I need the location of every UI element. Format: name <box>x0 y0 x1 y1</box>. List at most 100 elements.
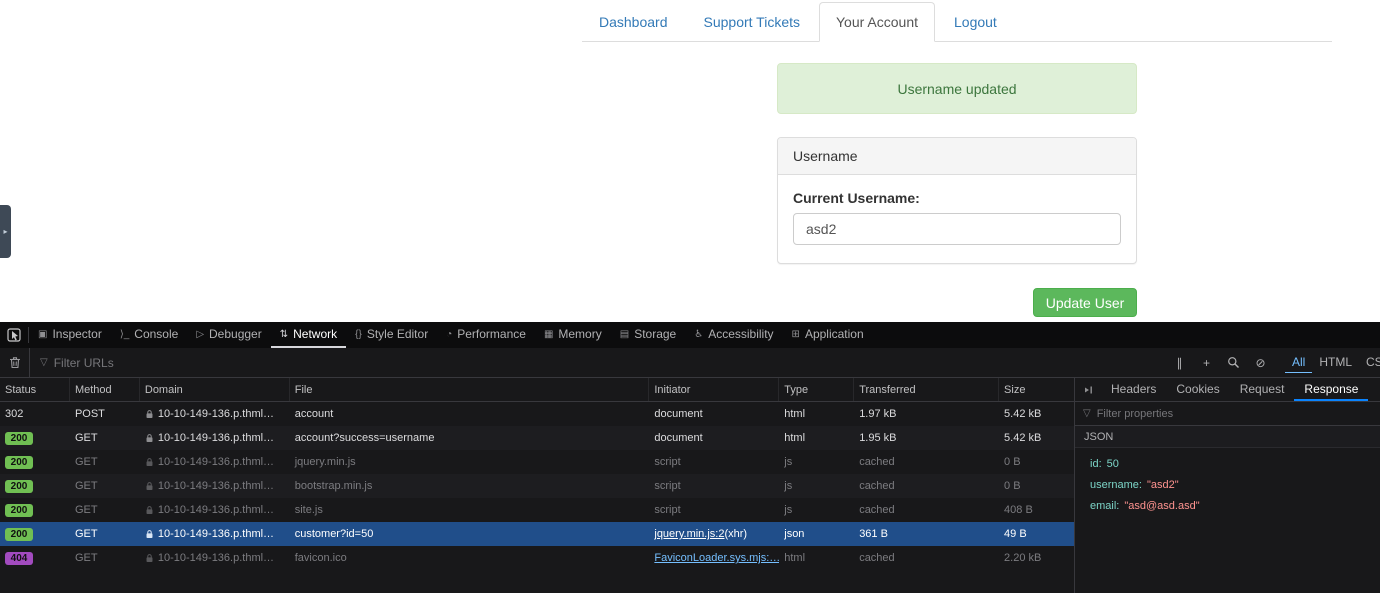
current-username-label: Current Username: <box>793 190 1121 206</box>
status-badge: 302 <box>5 408 23 420</box>
tool-tab-style-editor[interactable]: {} Style Editor <box>346 322 437 348</box>
tool-tab-inspector[interactable]: ▣ Inspector <box>29 322 111 348</box>
initiator-link[interactable]: jquery.min.js:2 <box>654 528 724 540</box>
type-filter-all[interactable]: All <box>1285 352 1312 373</box>
json-property-row[interactable]: email "asd@asd.asd" <box>1075 495 1380 516</box>
transferred-cell: 1.95 kB <box>854 432 999 444</box>
network-request-row[interactable]: 200 GET 10-10-149-136.p.thml… site.js sc… <box>0 498 1074 522</box>
method-cell: GET <box>70 528 140 540</box>
initiator-cell: FaviconLoader.sys.mjs:… <box>649 552 779 564</box>
status-badge: 200 <box>5 456 33 469</box>
devtools-tabbar: ▣ Inspector ⟩_ Console ▷ Debugger ⇅ Netw… <box>0 322 1380 348</box>
filter-funnel-icon: ▽ <box>1083 408 1091 419</box>
column-header-method[interactable]: Method <box>70 378 140 401</box>
tool-tab-memory[interactable]: ▦ Memory <box>535 322 611 348</box>
transferred-cell: cached <box>854 480 999 492</box>
block-requests-button[interactable]: ⊘ <box>1247 348 1274 377</box>
file-cell: favicon.ico <box>290 552 650 564</box>
details-tab-cookies[interactable]: Cookies <box>1166 378 1229 401</box>
details-tab-headers[interactable]: Headers <box>1101 378 1166 401</box>
plus-icon: + <box>1203 356 1210 370</box>
accessibility-icon: ♿ <box>694 329 703 340</box>
network-request-row[interactable]: 302 POST 10-10-149-136.p.thml… account d… <box>0 402 1074 426</box>
type-filter-css[interactable]: CSS <box>1359 352 1380 373</box>
tool-tab-performance[interactable]: ◔ Performance <box>437 322 535 348</box>
json-property-row[interactable]: username "asd2" <box>1075 474 1380 495</box>
tool-label: Storage <box>634 327 676 341</box>
column-header-domain[interactable]: Domain <box>140 378 290 401</box>
network-request-row-selected[interactable]: 200 GET 10-10-149-136.p.thml… customer?i… <box>0 522 1074 546</box>
lock-icon <box>145 505 154 515</box>
column-header-size[interactable]: Size <box>999 378 1074 401</box>
new-request-button[interactable]: + <box>1193 348 1220 377</box>
column-header-status[interactable]: Status <box>0 378 70 401</box>
tool-tab-application[interactable]: ⊞ Application <box>783 322 873 348</box>
clear-requests-button[interactable] <box>0 348 30 377</box>
method-cell: GET <box>70 480 140 492</box>
domain-cell: 10-10-149-136.p.thml… <box>140 456 290 468</box>
trash-icon <box>9 356 21 369</box>
collapse-details-button[interactable] <box>1075 378 1101 401</box>
filter-funnel-icon: ▽ <box>40 357 48 368</box>
nav-tab-your-account[interactable]: Your Account <box>819 2 935 42</box>
search-icon <box>1227 356 1240 369</box>
network-request-row[interactable]: 200 GET 10-10-149-136.p.thml… account?su… <box>0 426 1074 450</box>
json-key: email <box>1090 500 1124 512</box>
tool-tab-accessibility[interactable]: ♿ Accessibility <box>685 322 782 348</box>
network-request-row[interactable]: 404 GET 10-10-149-136.p.thml… favicon.ic… <box>0 546 1074 570</box>
network-request-row[interactable]: 200 GET 10-10-149-136.p.thml… jquery.min… <box>0 450 1074 474</box>
sidebar-toggle[interactable]: ▸ <box>0 205 11 258</box>
column-header-transferred[interactable]: Transferred <box>854 378 999 401</box>
size-cell: 49 B <box>999 528 1074 540</box>
tool-tab-debugger[interactable]: ▷ Debugger <box>187 322 270 348</box>
file-cell: customer?id=50 <box>290 528 650 540</box>
filter-bar-right-controls: ∥ + ⊘ All HTML CSS <box>1166 348 1380 377</box>
tool-tab-network[interactable]: ⇅ Network <box>271 322 346 348</box>
initiator-cell: script <box>649 456 779 468</box>
username-input[interactable] <box>793 213 1121 245</box>
pause-button[interactable]: ∥ <box>1166 348 1193 377</box>
tool-label: Inspector <box>52 327 101 341</box>
pause-icon: ∥ <box>1176 356 1182 370</box>
filter-properties-input[interactable] <box>1097 408 1372 420</box>
column-header-type[interactable]: Type <box>779 378 854 401</box>
method-cell: GET <box>70 504 140 516</box>
method-cell: GET <box>70 456 140 468</box>
tool-tab-storage[interactable]: ▤ Storage <box>611 322 685 348</box>
details-tab-request[interactable]: Request <box>1230 378 1295 401</box>
nav-tab-support-tickets[interactable]: Support Tickets <box>687 2 818 42</box>
domain-cell: 10-10-149-136.p.thml… <box>140 552 290 564</box>
type-cell: html <box>779 432 854 444</box>
size-cell: 0 B <box>999 480 1074 492</box>
lock-icon <box>145 457 154 467</box>
status-badge: 200 <box>5 528 33 541</box>
column-header-initiator[interactable]: Initiator <box>649 378 779 401</box>
json-property-row[interactable]: id 50 <box>1075 453 1380 474</box>
update-user-button[interactable]: Update User <box>1033 288 1137 317</box>
search-button[interactable] <box>1220 348 1247 377</box>
column-header-file[interactable]: File <box>290 378 650 401</box>
lock-icon <box>145 481 154 491</box>
transferred-cell: 1.97 kB <box>854 408 999 420</box>
json-value: 50 <box>1107 458 1119 470</box>
type-filter-html[interactable]: HTML <box>1312 352 1359 373</box>
nav-tab-dashboard[interactable]: Dashboard <box>582 2 685 42</box>
initiator-link[interactable]: FaviconLoader.sys.mjs:… <box>654 552 779 564</box>
json-section-header[interactable]: JSON <box>1075 426 1380 448</box>
transferred-cell: cached <box>854 456 999 468</box>
filter-urls-input[interactable] <box>54 356 334 370</box>
network-icon: ⇅ <box>280 329 288 340</box>
pick-element-button[interactable] <box>0 322 28 348</box>
nav-tab-logout[interactable]: Logout <box>937 2 1014 42</box>
success-alert: Username updated <box>777 63 1137 114</box>
details-tab-response[interactable]: Response <box>1294 378 1368 401</box>
console-icon: ⟩_ <box>120 329 129 340</box>
domain-cell: 10-10-149-136.p.thml… <box>140 408 290 420</box>
domain-cell: 10-10-149-136.p.thml… <box>140 432 290 444</box>
network-request-row[interactable]: 200 GET 10-10-149-136.p.thml… bootstrap.… <box>0 474 1074 498</box>
network-filter-bar: ▽ ∥ + ⊘ All HTML CSS <box>0 348 1380 378</box>
domain-cell: 10-10-149-136.p.thml… <box>140 480 290 492</box>
json-value: "asd@asd.asd" <box>1124 500 1199 512</box>
size-cell: 5.42 kB <box>999 432 1074 444</box>
tool-tab-console[interactable]: ⟩_ Console <box>111 322 188 348</box>
